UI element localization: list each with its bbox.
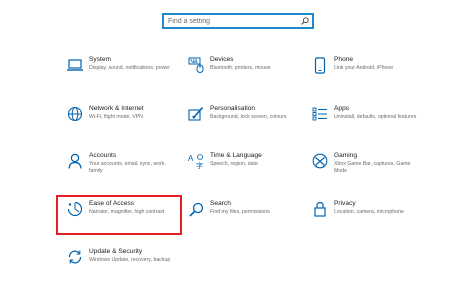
tile-description: Windows Update, recovery, backup	[89, 257, 171, 263]
tile-devices[interactable]: Devices Bluetooth, printers, mouse	[183, 56, 301, 96]
search-box[interactable]	[162, 13, 314, 29]
search-input[interactable]	[168, 16, 293, 26]
tile-title: Apps	[334, 105, 350, 112]
globe-icon	[66, 105, 84, 123]
tile-network-internet[interactable]: Network & Internet Wi-Fi, flight mode, V…	[62, 105, 180, 145]
tile-system[interactable]: System Display, sound, notifications, po…	[62, 56, 180, 96]
tile-title: Phone	[334, 56, 354, 63]
search-icon	[187, 200, 205, 218]
tile-description: Find my files, permissions	[210, 209, 270, 215]
svg-text:A: A	[188, 154, 194, 163]
tile-title: Gaming	[334, 152, 358, 159]
tile-gaming[interactable]: Gaming Xbox Game Bar, captures, Game Mod…	[307, 152, 425, 192]
tile-apps[interactable]: Apps Uninstall, defaults, optional featu…	[307, 105, 425, 145]
time-language-icon: A字	[187, 152, 205, 170]
tile-description: Bluetooth, printers, mouse	[210, 65, 271, 71]
tile-title: Privacy	[334, 200, 356, 207]
search-icon[interactable]	[300, 16, 310, 26]
tile-description: Display, sound, notifications, power	[89, 65, 170, 71]
tile-description: Location, camera, microphone	[334, 209, 404, 215]
apps-list-icon	[311, 105, 329, 123]
tile-description: Speech, region, date	[210, 161, 258, 167]
keyboard-icon	[187, 56, 205, 74]
tile-time-language[interactable]: A字 Time & Language Speech, region, date	[183, 152, 301, 192]
tile-title: Time & Language	[210, 152, 262, 159]
tile-title: Devices	[210, 56, 234, 63]
tile-title: System	[89, 56, 111, 63]
phone-icon	[311, 56, 329, 74]
tile-title: Update & Security	[89, 248, 143, 255]
person-icon	[66, 152, 84, 170]
highlight-box	[56, 195, 182, 235]
xbox-icon	[311, 152, 329, 170]
tile-title: Network & Internet	[89, 105, 144, 112]
tile-description: Uninstall, defaults, optional features	[334, 114, 417, 120]
paintbrush-icon	[187, 105, 205, 123]
tile-personalisation[interactable]: Personalisation Background, lock screen,…	[183, 105, 301, 145]
tile-title: Search	[210, 200, 231, 207]
tile-title: Personalisation	[210, 105, 256, 112]
tile-description: Xbox Game Bar, captures, Game Mode	[334, 161, 411, 175]
laptop-icon	[66, 56, 84, 74]
tile-description: Link your Android, iPhone	[334, 65, 394, 71]
tile-accounts[interactable]: Accounts Your accounts, email, sync, wor…	[62, 152, 180, 192]
tile-description: Background, lock screen, colours	[210, 114, 287, 120]
tile-privacy[interactable]: Privacy Location, camera, microphone	[307, 200, 425, 240]
tile-phone[interactable]: Phone Link your Android, iPhone	[307, 56, 425, 96]
svg-text:字: 字	[196, 161, 203, 169]
tile-title: Accounts	[89, 152, 117, 159]
tile-description: Wi-Fi, flight mode, VPN	[89, 114, 143, 120]
tile-update-security[interactable]: Update & Security Windows Update, recove…	[62, 248, 180, 288]
tile-description: Your accounts, email, sync, work, family	[89, 161, 166, 175]
lock-icon	[311, 200, 329, 218]
sync-icon	[66, 248, 84, 266]
tile-search[interactable]: Search Find my files, permissions	[183, 200, 301, 240]
